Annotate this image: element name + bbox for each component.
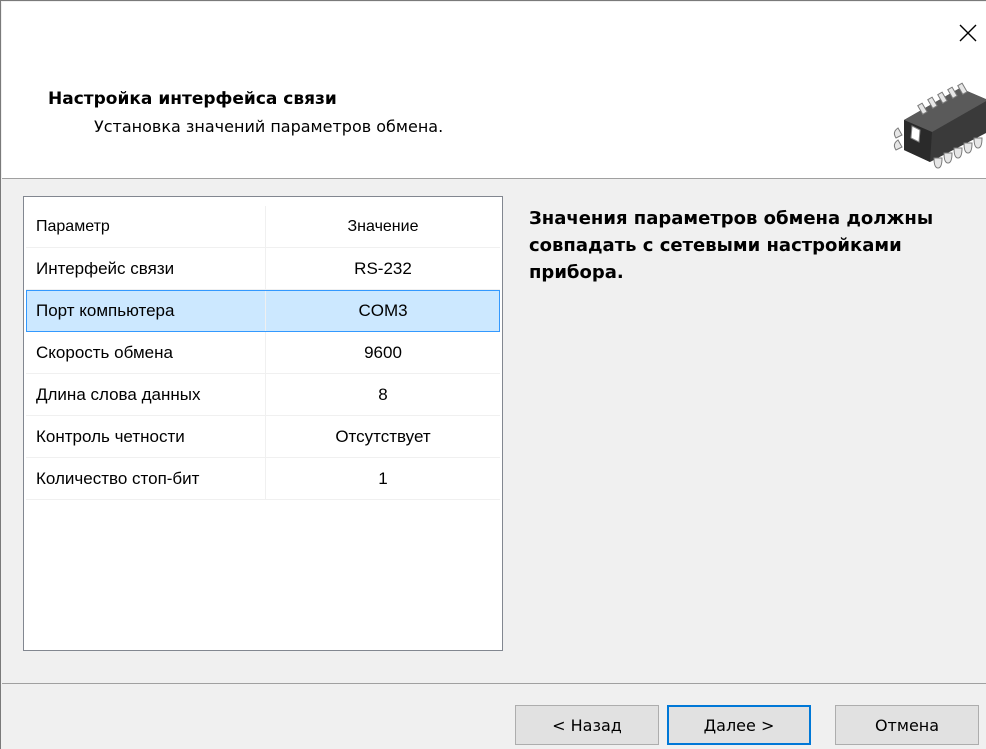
wizard-window: Настройка интерфейса связи Установка зна… — [0, 0, 986, 749]
table-row[interactable]: Интерфейс связи RS-232 — [26, 248, 500, 290]
column-header-value[interactable]: Значение — [266, 206, 500, 247]
page-subtitle: Установка значений параметров обмена. — [94, 117, 444, 136]
cancel-button[interactable]: Отмена — [835, 705, 979, 745]
table-row[interactable]: Длина слова данных 8 — [26, 374, 500, 416]
param-value-cell[interactable]: 1 — [266, 458, 500, 499]
parameters-grid: Параметр Значение Интерфейс связи RS-232… — [26, 206, 500, 500]
param-value-cell[interactable]: RS-232 — [266, 248, 500, 289]
table-row[interactable]: Количество стоп-бит 1 — [26, 458, 500, 500]
param-name-cell: Скорость обмена — [26, 332, 266, 373]
page-title: Настройка интерфейса связи — [48, 89, 337, 109]
param-name-cell: Порт компьютера — [26, 290, 266, 331]
table-row[interactable]: Скорость обмена 9600 — [26, 332, 500, 374]
info-message: Значения параметров обмена должны совпад… — [529, 208, 934, 283]
back-button[interactable]: < Назад — [515, 705, 659, 745]
column-header-parameter[interactable]: Параметр — [26, 206, 266, 247]
wizard-header: Настройка интерфейса связи Установка зна… — [2, 2, 986, 179]
chip-icon — [893, 82, 986, 169]
param-value-cell[interactable]: Отсутствует — [266, 416, 500, 457]
param-name-cell: Интерфейс связи — [26, 248, 266, 289]
table-header: Параметр Значение — [26, 206, 500, 248]
close-button[interactable] — [950, 16, 986, 50]
close-icon — [959, 24, 977, 42]
param-value-cell[interactable]: 8 — [266, 374, 500, 415]
footer-divider — [2, 683, 986, 684]
parameters-table[interactable]: Параметр Значение Интерфейс связи RS-232… — [23, 196, 503, 651]
param-value-cell[interactable]: 9600 — [266, 332, 500, 373]
param-name-cell: Длина слова данных — [26, 374, 266, 415]
table-row-selected[interactable]: Порт компьютера COM3 — [26, 290, 500, 332]
next-button[interactable]: Далее > — [667, 705, 811, 745]
param-name-cell: Контроль четности — [26, 416, 266, 457]
table-row[interactable]: Контроль четности Отсутствует — [26, 416, 500, 458]
param-value-cell[interactable]: COM3 — [266, 290, 500, 331]
param-name-cell: Количество стоп-бит — [26, 458, 266, 499]
